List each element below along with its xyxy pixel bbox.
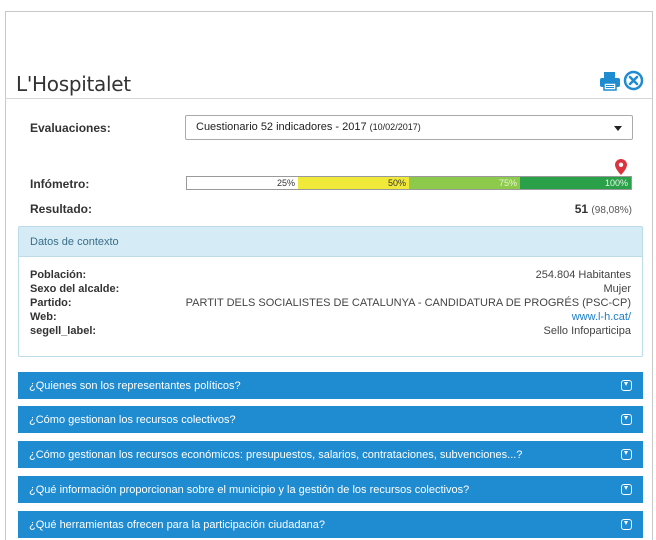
accordion-item-representatives[interactable]: ¿Quienes son los representantes político… — [18, 372, 643, 399]
context-value: Mujer — [603, 283, 631, 295]
accordion-item-municipal-info[interactable]: ¿Qué información proporcionan sobre el m… — [18, 476, 643, 503]
header-divider — [5, 98, 653, 99]
result-percentage: (98,08%) — [591, 205, 632, 216]
context-value: 254.804 Habitantes — [535, 269, 631, 281]
expand-toggle-icon[interactable] — [621, 449, 632, 460]
context-value: PARTIT DELS SOCIALISTES DE CATALUNYA - C… — [185, 297, 631, 309]
context-panel: Datos de contexto Población: 254.804 Hab… — [18, 226, 643, 357]
expand-toggle-icon[interactable] — [621, 380, 632, 391]
header-actions — [599, 70, 644, 91]
context-key: Sexo del alcalde: — [30, 283, 120, 295]
page-title: L'Hospitalet — [16, 72, 131, 96]
context-title: Datos de contexto — [19, 227, 642, 257]
close-circle-icon[interactable] — [623, 70, 644, 91]
context-row: Web: www.l-h.cat/ — [30, 311, 631, 324]
expand-toggle-icon[interactable] — [621, 414, 632, 425]
infometer-segment-100: 100% — [520, 177, 631, 189]
evaluations-label: Evaluaciones: — [30, 121, 111, 135]
result-score: 51 — [574, 202, 589, 216]
expand-toggle-icon[interactable] — [621, 519, 632, 530]
web-link[interactable]: www.l-h.cat/ — [572, 311, 631, 323]
context-key: segell_label: — [30, 325, 97, 337]
infometer-label: Infómetro: — [30, 177, 90, 191]
context-key: Población: — [30, 269, 87, 281]
printer-icon[interactable] — [599, 71, 621, 91]
context-row: Sexo del alcalde: Mujer — [30, 283, 631, 296]
result-value: 51 (98,08%) — [575, 202, 632, 216]
accordion-label: ¿Qué herramientas ofrecen para la partic… — [29, 519, 325, 531]
context-row: Partido: PARTIT DELS SOCIALISTES DE CATA… — [30, 297, 631, 310]
accordion-item-collective-resources[interactable]: ¿Cómo gestionan los recursos colectivos? — [18, 406, 643, 433]
expand-toggle-icon[interactable] — [621, 484, 632, 495]
accordion-label: ¿Cómo gestionan los recursos económicos:… — [29, 449, 523, 461]
chevron-down-icon — [614, 126, 622, 131]
accordion-label: ¿Quienes son los representantes político… — [29, 380, 241, 392]
accordion-label: ¿Qué información proporcionan sobre el m… — [29, 484, 470, 496]
context-value: Sello Infoparticipa — [543, 325, 631, 337]
accordion-item-participation[interactable]: ¿Qué herramientas ofrecen para la partic… — [18, 511, 643, 538]
context-row: Población: 254.804 Habitantes — [30, 269, 631, 282]
context-key: Web: — [30, 311, 57, 323]
infometer-bar: 25% 50% 75% 100% — [186, 176, 632, 190]
context-key: Partido: — [30, 297, 72, 309]
accordion-item-economic-resources[interactable]: ¿Cómo gestionan los recursos económicos:… — [18, 441, 643, 468]
accordion-label: ¿Cómo gestionan los recursos colectivos? — [29, 414, 236, 426]
infometer-segment-50: 50% — [298, 177, 409, 189]
context-row: segell_label: Sello Infoparticipa — [30, 325, 631, 338]
evaluations-select[interactable]: Cuestionario 52 indicadores - 2017 (10/0… — [185, 115, 633, 140]
evaluations-selected-date: (10/02/2017) — [369, 122, 421, 132]
infometer-segment-25: 25% — [187, 177, 298, 189]
infometer-segment-75: 75% — [409, 177, 520, 189]
evaluations-selected-text: Cuestionario 52 indicadores - 2017 — [196, 121, 367, 133]
result-label: Resultado: — [30, 202, 93, 216]
